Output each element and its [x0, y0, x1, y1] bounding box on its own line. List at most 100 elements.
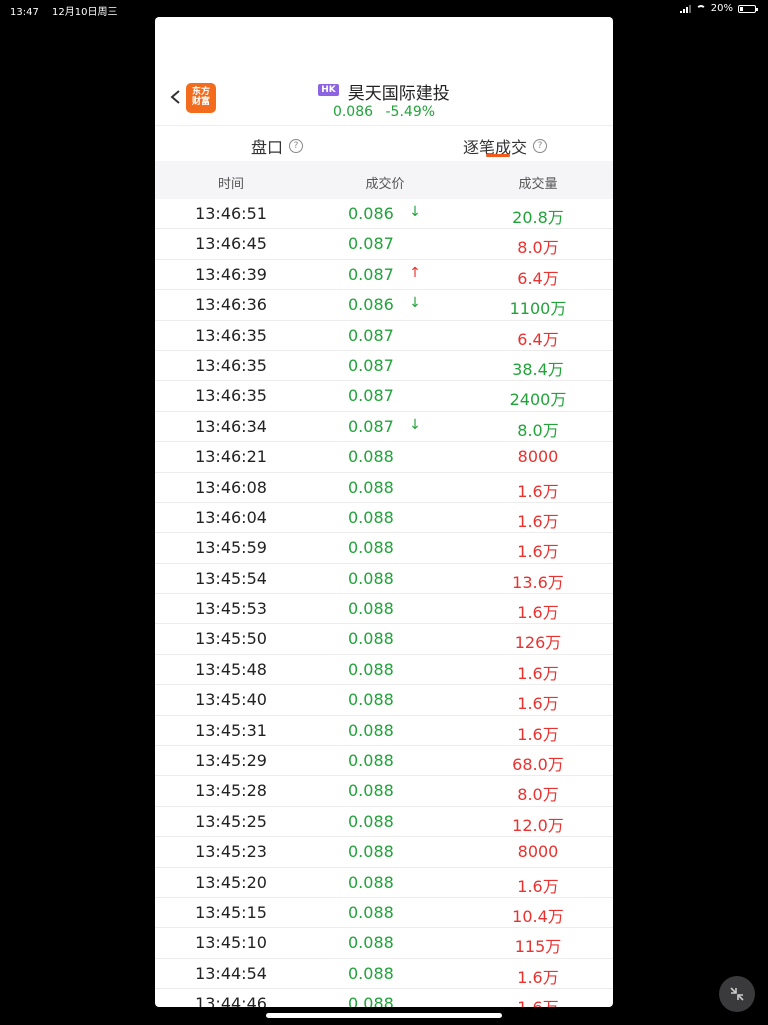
- trade-time: 13:46:39: [195, 264, 267, 284]
- table-row: 13:46:35 0.087 6.4万: [155, 321, 613, 351]
- trade-price-cell: 0.086 ↓: [315, 204, 455, 223]
- trade-volume: 2400万: [509, 390, 567, 410]
- trade-price: 0.088: [348, 902, 394, 922]
- trade-volume: 1.6万: [517, 511, 559, 531]
- trade-price: 0.088: [348, 690, 394, 710]
- table-row: 13:45:23 0.088 8000: [155, 837, 613, 868]
- trade-volume: 126万: [514, 633, 562, 653]
- table-row: 13:45:53 0.088 1.6万: [155, 594, 613, 625]
- trade-volume: 8.0万: [517, 238, 559, 258]
- trade-price: 0.088: [348, 872, 394, 892]
- trade-price: 0.088: [348, 963, 394, 983]
- table-row: 13:46:45 0.087 8.0万: [155, 229, 613, 260]
- trade-price-cell: 0.088: [315, 751, 455, 770]
- trade-price-cell: 0.088: [315, 629, 455, 648]
- help-icon[interactable]: ?: [533, 139, 548, 153]
- trade-time: 13:46:21: [195, 447, 267, 467]
- trade-volume: 13.6万: [512, 572, 564, 592]
- trade-price-cell: 0.088: [315, 842, 455, 861]
- trade-volume: 1.6万: [517, 663, 559, 683]
- table-header: 时间 成交价 成交量: [155, 161, 613, 199]
- trade-volume: 8.0万: [517, 420, 559, 440]
- table-row: 13:46:04 0.088 1.6万: [155, 503, 613, 534]
- status-date: 12月10日周三: [52, 7, 118, 18]
- trade-direction-icon: ↓: [409, 416, 421, 433]
- stock-change-pct: -5.49%: [385, 104, 436, 120]
- trade-time: 13:45:59: [195, 538, 267, 558]
- battery-icon: [738, 4, 758, 13]
- trade-time: 13:46:35: [195, 386, 267, 406]
- table-row: 13:45:28 0.088 8.0万: [155, 776, 613, 807]
- trade-time: 13:46:45: [195, 234, 267, 254]
- table-row: 13:45:20 0.088 1.6万: [155, 868, 613, 898]
- table-row: 13:46:35 0.087 2400万: [155, 381, 613, 412]
- trade-price: 0.086: [348, 204, 394, 223]
- trade-price: 0.088: [348, 751, 394, 771]
- trade-volume: 38.4万: [512, 359, 564, 379]
- header-volume: 成交量: [518, 177, 558, 192]
- table-row: 13:46:51 0.086 ↓ 20.8万: [155, 199, 613, 230]
- help-icon[interactable]: ?: [289, 139, 304, 153]
- trade-price-cell: 0.088: [315, 538, 455, 557]
- table-row: 13:45:59 0.088 1.6万: [155, 533, 613, 564]
- collapse-arrows-icon[interactable]: [719, 976, 755, 1012]
- trade-price-cell: 0.087: [315, 386, 455, 405]
- trade-time: 13:45:10: [195, 933, 267, 953]
- table-row: 13:45:48 0.088 1.6万: [155, 655, 613, 686]
- header-price: 成交价: [365, 177, 405, 192]
- trade-price-cell: 0.088: [315, 478, 455, 497]
- trade-time: 13:46:34: [195, 416, 267, 436]
- trade-list[interactable]: 13:46:51 0.086 ↓ 20.8万 13:46:45 0.087 8.0万 13:4…: [155, 199, 613, 1007]
- tab-pankou[interactable]: 盘口 ?: [251, 134, 304, 158]
- app-panel: 东方 财富 HK 昊天国际建投 0.086 -5.49% 盘口 ? 逐笔成交 ?…: [155, 17, 613, 1007]
- trade-price: 0.088: [348, 477, 394, 497]
- trade-time: 13:46:04: [195, 507, 267, 527]
- status-bar: 13:47 12月10日周三 20%: [0, 0, 768, 18]
- table-row: 13:46:08 0.088 1.6万: [155, 473, 613, 503]
- table-row: 13:44:54 0.088 1.6万: [155, 959, 613, 990]
- trade-volume: 1.6万: [517, 967, 559, 987]
- stock-header: 东方 财富 HK 昊天国际建投 0.086 -5.49%: [155, 17, 613, 125]
- tab-bar: 盘口 ? 逐笔成交 ?: [155, 125, 613, 162]
- trade-price-cell: 0.087: [315, 356, 455, 375]
- stock-price: 0.086: [332, 104, 374, 120]
- trade-volume: 12.0万: [512, 815, 564, 835]
- trade-price: 0.087: [348, 355, 394, 375]
- table-row: 13:46:36 0.086 ↓ 1100万: [155, 290, 613, 321]
- table-row: 13:45:29 0.088 68.0万: [155, 746, 613, 777]
- table-row: 13:45:25 0.088 12.0万: [155, 807, 613, 838]
- trade-price: 0.088: [348, 629, 394, 649]
- status-time: 13:47: [10, 7, 39, 18]
- home-indicator[interactable]: [266, 1013, 502, 1018]
- trade-volume: 1.6万: [517, 724, 559, 744]
- trade-price: 0.088: [348, 538, 394, 558]
- trade-price-cell: 0.088: [315, 812, 455, 831]
- battery-percent: 20%: [710, 3, 733, 14]
- table-row: 13:45:15 0.088 10.4万: [155, 898, 613, 929]
- trade-price-cell: 0.088: [315, 569, 455, 588]
- trade-price-cell: 0.087: [315, 234, 455, 253]
- trade-price-cell: 0.087 ↑: [315, 265, 455, 284]
- trade-price: 0.088: [348, 781, 394, 801]
- trade-price: 0.088: [348, 811, 394, 831]
- trade-volume: 1.6万: [517, 876, 559, 896]
- trade-price-cell: 0.088: [315, 447, 455, 466]
- trade-price: 0.088: [348, 447, 394, 467]
- trade-price: 0.087: [348, 264, 394, 284]
- trade-price: 0.087: [348, 234, 394, 254]
- trade-direction-icon: ↑: [409, 264, 421, 281]
- trade-price-cell: 0.088: [315, 781, 455, 800]
- trade-price: 0.087: [348, 416, 394, 436]
- market-badge: HK: [318, 83, 339, 96]
- trade-volume: 20.8万: [512, 208, 564, 227]
- table-row: 13:46:39 0.087 ↑ 6.4万: [155, 260, 613, 291]
- stock-name: 昊天国际建投: [347, 84, 450, 104]
- trade-price: 0.088: [348, 507, 394, 527]
- trade-time: 13:45:54: [195, 568, 267, 588]
- table-row: 13:45:50 0.088 126万: [155, 624, 613, 655]
- table-row: 13:46:34 0.087 ↓ 8.0万: [155, 412, 613, 443]
- trade-price-cell: 0.088: [315, 903, 455, 922]
- trade-volume: 1.6万: [468, 994, 608, 1007]
- trade-price-cell: 0.087: [315, 326, 455, 345]
- table-row: 13:45:54 0.088 13.6万: [155, 564, 613, 595]
